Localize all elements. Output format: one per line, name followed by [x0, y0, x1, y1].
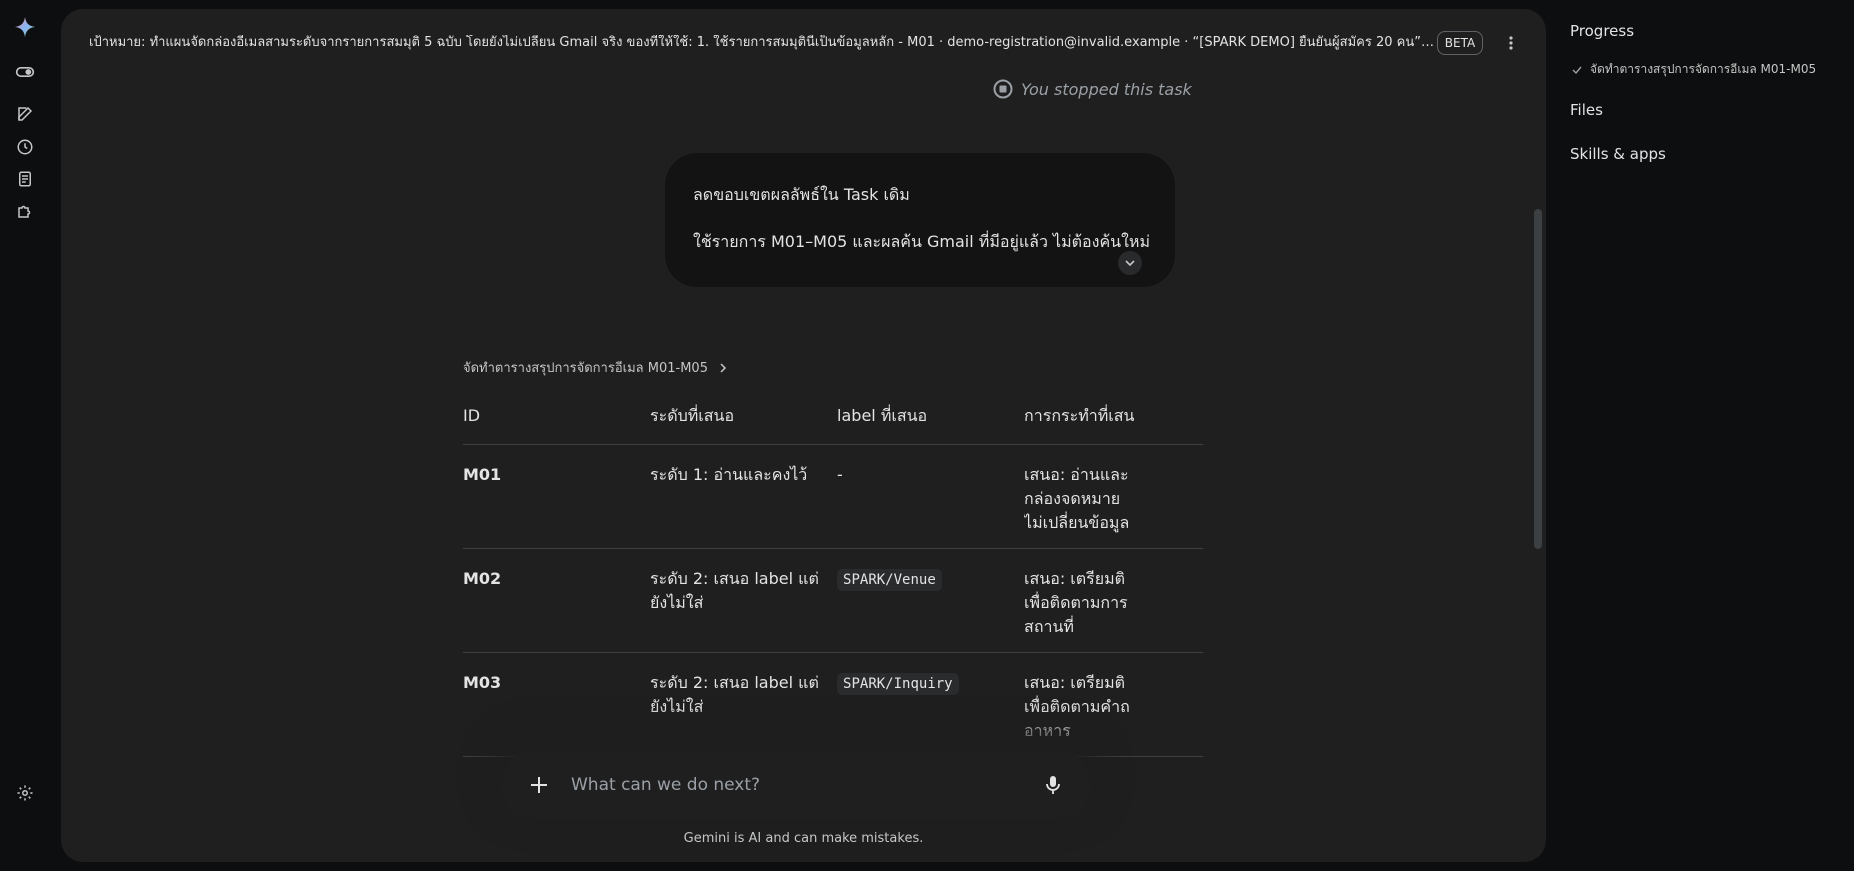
files-title[interactable]: Files [1570, 101, 1603, 119]
task-goal[interactable]: เป้าหมาย: ทำแผนจัดกล่องอีเมลสามระดับจากร… [89, 35, 1493, 52]
header-action: การกระทำที่เสน [1024, 389, 1203, 445]
label-code: SPARK/Venue [837, 569, 942, 591]
table-row: M02 ระดับ 2: เสนอ label แต่ ยังไม่ใส่ SP… [463, 548, 1203, 653]
message-fade [665, 247, 1175, 287]
expand-message-button[interactable] [1118, 251, 1142, 275]
toggle-icon[interactable] [12, 59, 38, 85]
more-options-icon[interactable] [1501, 33, 1521, 53]
message-line-1: ลดขอบเขตผลลัพธ์ใน Task เดิม [693, 185, 910, 204]
table-row: M01 ระดับ 1: อ่านและคงไว้ - เสนอ: อ่านแล… [463, 444, 1203, 549]
scrollbar[interactable] [1534, 209, 1542, 549]
cell-id: M01 [463, 444, 651, 549]
microphone-button[interactable] [1039, 771, 1067, 799]
left-rail [0, 0, 50, 871]
microphone-icon [1046, 776, 1060, 794]
chevron-down-icon [1125, 260, 1135, 267]
add-button[interactable] [525, 771, 553, 799]
task-header: เป้าหมาย: ทำแผนจัดกล่องอีเมลสามระดับจากร… [61, 9, 1546, 61]
extensions-icon[interactable] [12, 198, 38, 224]
progress-item-label: จัดทำตารางสรุปการจัดการอีเมล M01-M05 [1590, 62, 1817, 76]
label-code: SPARK/Inquiry [837, 673, 959, 695]
cell-label: - [837, 444, 1025, 549]
cell-action: เสนอ: อ่านและ กล่องจดหมาย ไม่เปลี่ยนข้อม… [1024, 444, 1203, 549]
cell-id: M02 [463, 548, 651, 653]
composer: What can we do next? [501, 751, 1091, 819]
gemini-spark-icon[interactable] [12, 14, 38, 40]
cell-level: ระดับ 2: เสนอ label แต่ ยังไม่ใส่ [650, 548, 838, 653]
breadcrumb-label: จัดทำตารางสรุปการจัดการอีเมล M01-M05 [463, 361, 708, 376]
table-header-row: ID ระดับที่เสนอ label ที่เสนอ การกระทำที… [463, 389, 1203, 445]
chevron-right-icon [720, 362, 727, 373]
summary-table: ID ระดับที่เสนอ label ที่เสนอ การกระทำที… [463, 389, 1203, 757]
task-stopped-status: You stopped this task [993, 79, 1192, 99]
beta-badge: BETA [1437, 31, 1483, 55]
skills-apps-title[interactable]: Skills & apps [1570, 145, 1666, 163]
progress-item[interactable]: จัดทำตารางสรุปการจัดการอีเมล M01-M05 [1572, 60, 1816, 79]
check-icon [1572, 66, 1582, 74]
composer-input[interactable]: What can we do next? [571, 775, 760, 795]
header-level: ระดับที่เสนอ [650, 389, 838, 445]
history-icon[interactable] [12, 134, 38, 160]
cell-label: SPARK/Inquiry [837, 652, 1025, 757]
main-panel: เป้าหมาย: ทำแผนจัดกล่องอีเมลสามระดับจากร… [61, 9, 1546, 862]
header-label: label ที่เสนอ [837, 389, 1025, 445]
cell-id: M03 [463, 652, 651, 757]
edit-icon[interactable] [12, 101, 38, 127]
summary-table-container[interactable]: ID ระดับที่เสนอ label ที่เสนอ การกระทำที… [463, 389, 1203, 759]
cell-action: เสนอ: เตรียมติ เพื่อติดตามการ สถานที่ [1024, 548, 1203, 653]
disclaimer: Gemini is AI and can make mistakes. [683, 831, 924, 846]
notebook-icon[interactable] [12, 166, 38, 192]
table-row: M03 ระดับ 2: เสนอ label แต่ ยังไม่ใส่ SP… [463, 652, 1203, 757]
right-sidebar: Progress จัดทำตารางสรุปการจัดการอีเมล M0… [1570, 0, 1854, 871]
cell-action: เสนอ: เตรียมติ เพื่อติดตามคำถ อาหาร [1024, 652, 1203, 757]
task-goal-text: เป้าหมาย: ทำแผนจัดกล่องอีเมลสามระดับจากร… [89, 35, 1434, 50]
stopped-text: You stopped this task [1021, 79, 1192, 99]
cell-level: ระดับ 2: เสนอ label แต่ ยังไม่ใส่ [650, 652, 838, 757]
progress-title[interactable]: Progress [1570, 22, 1634, 40]
plus-icon [531, 777, 547, 793]
cell-label: SPARK/Venue [837, 548, 1025, 653]
cell-level: ระดับ 1: อ่านและคงไว้ [650, 444, 838, 549]
header-id: ID [463, 389, 651, 445]
settings-icon[interactable] [12, 780, 38, 806]
user-message-bubble: ลดขอบเขตผลลัพธ์ใน Task เดิม ใช้รายการ M0… [665, 153, 1175, 287]
stop-icon [993, 79, 1013, 99]
breadcrumb[interactable]: จัดทำตารางสรุปการจัดการอีเมล M01-M05 [463, 357, 728, 378]
